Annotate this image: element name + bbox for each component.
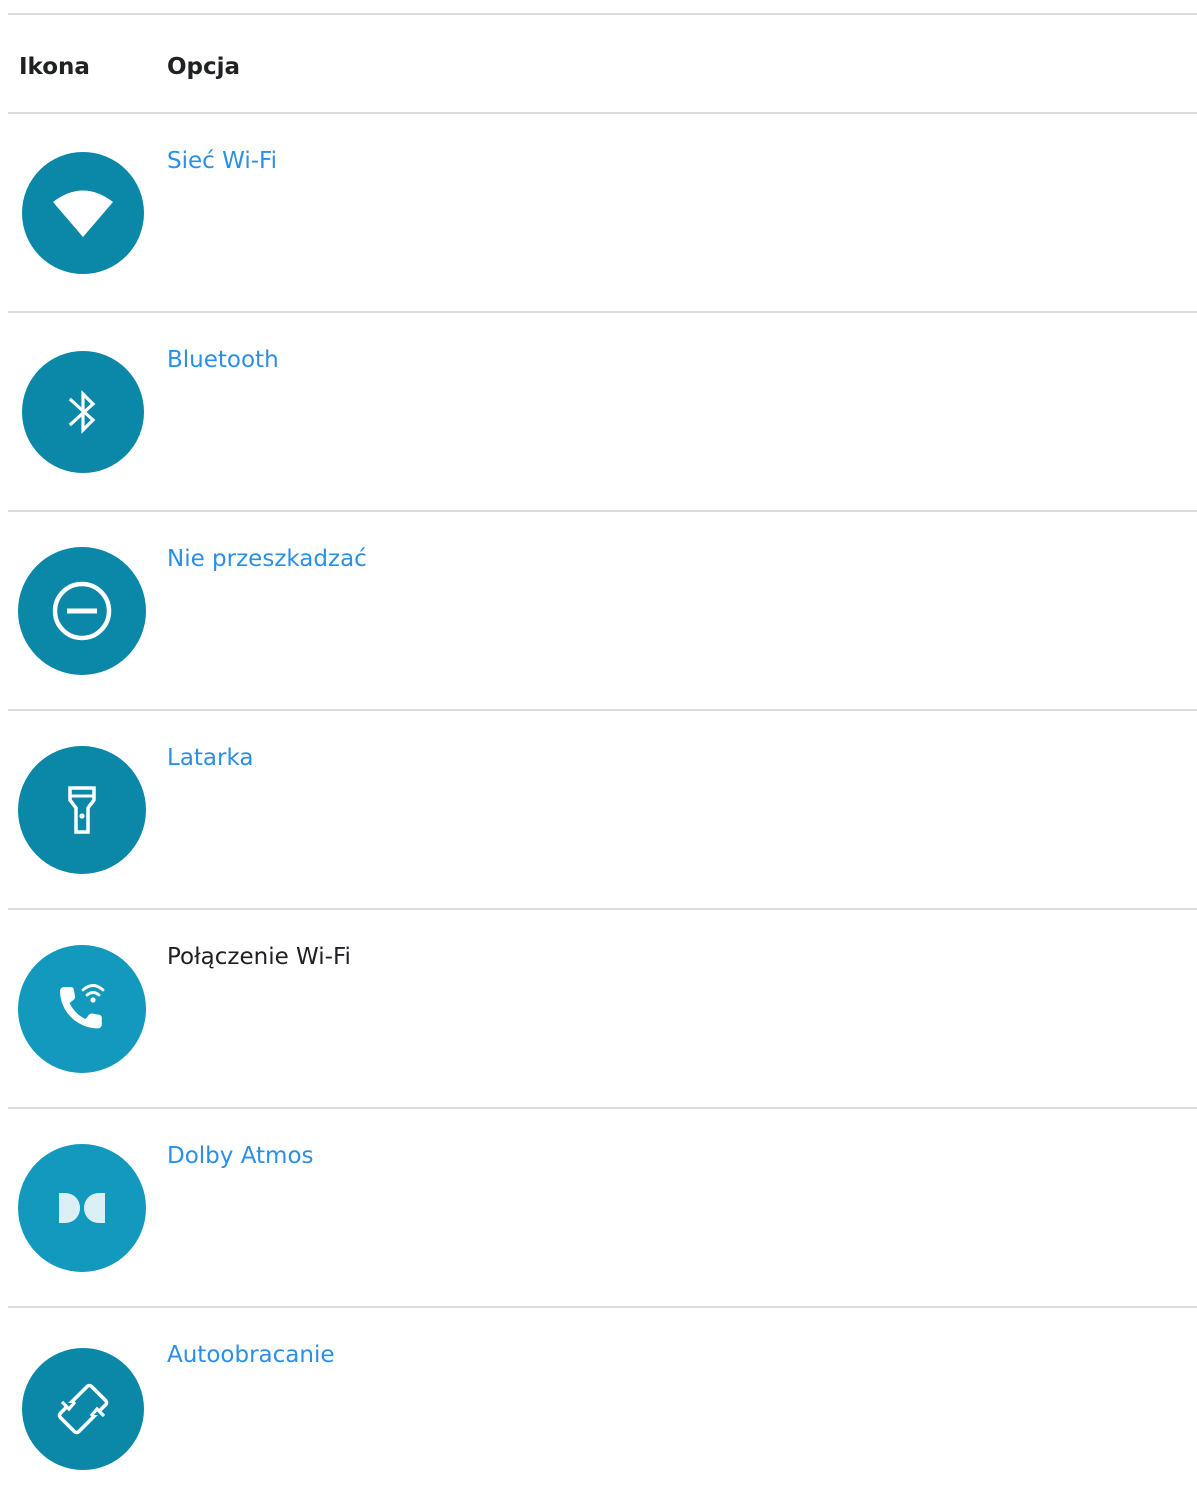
table-row: Latarka (0, 710, 1197, 909)
option-link-do-not-disturb[interactable]: Nie przeszkadzać (167, 544, 367, 574)
option-link-bluetooth[interactable]: Bluetooth (167, 345, 279, 375)
table-row: Dolby Atmos (0, 1108, 1197, 1307)
table-row: Autoobracanie (0, 1307, 1197, 1506)
wifi-calling-icon (18, 945, 146, 1073)
auto-rotate-icon (22, 1348, 144, 1470)
table-row: Sieć Wi-Fi (0, 113, 1197, 312)
option-link-flashlight[interactable]: Latarka (167, 743, 254, 773)
option-label-wifi-calling: Połączenie Wi-Fi (167, 944, 351, 970)
dolby-atmos-icon (18, 1144, 146, 1272)
do-not-disturb-icon (18, 547, 146, 675)
option-link-wifi[interactable]: Sieć Wi-Fi (167, 146, 277, 176)
table-row: Nie przeszkadzać (0, 511, 1197, 710)
bluetooth-icon (22, 351, 144, 473)
table-row: Połączenie Wi-Fi (0, 909, 1197, 1108)
flashlight-icon (18, 746, 146, 874)
wifi-icon (22, 152, 144, 274)
table-header: Ikona Opcja (0, 14, 1197, 112)
option-link-auto-rotate[interactable]: Autoobracanie (167, 1340, 334, 1370)
table-row: Bluetooth (0, 312, 1197, 511)
column-header-option: Opcja (167, 54, 241, 80)
option-link-dolby-atmos[interactable]: Dolby Atmos (167, 1141, 314, 1171)
column-header-icon: Ikona (19, 54, 90, 80)
